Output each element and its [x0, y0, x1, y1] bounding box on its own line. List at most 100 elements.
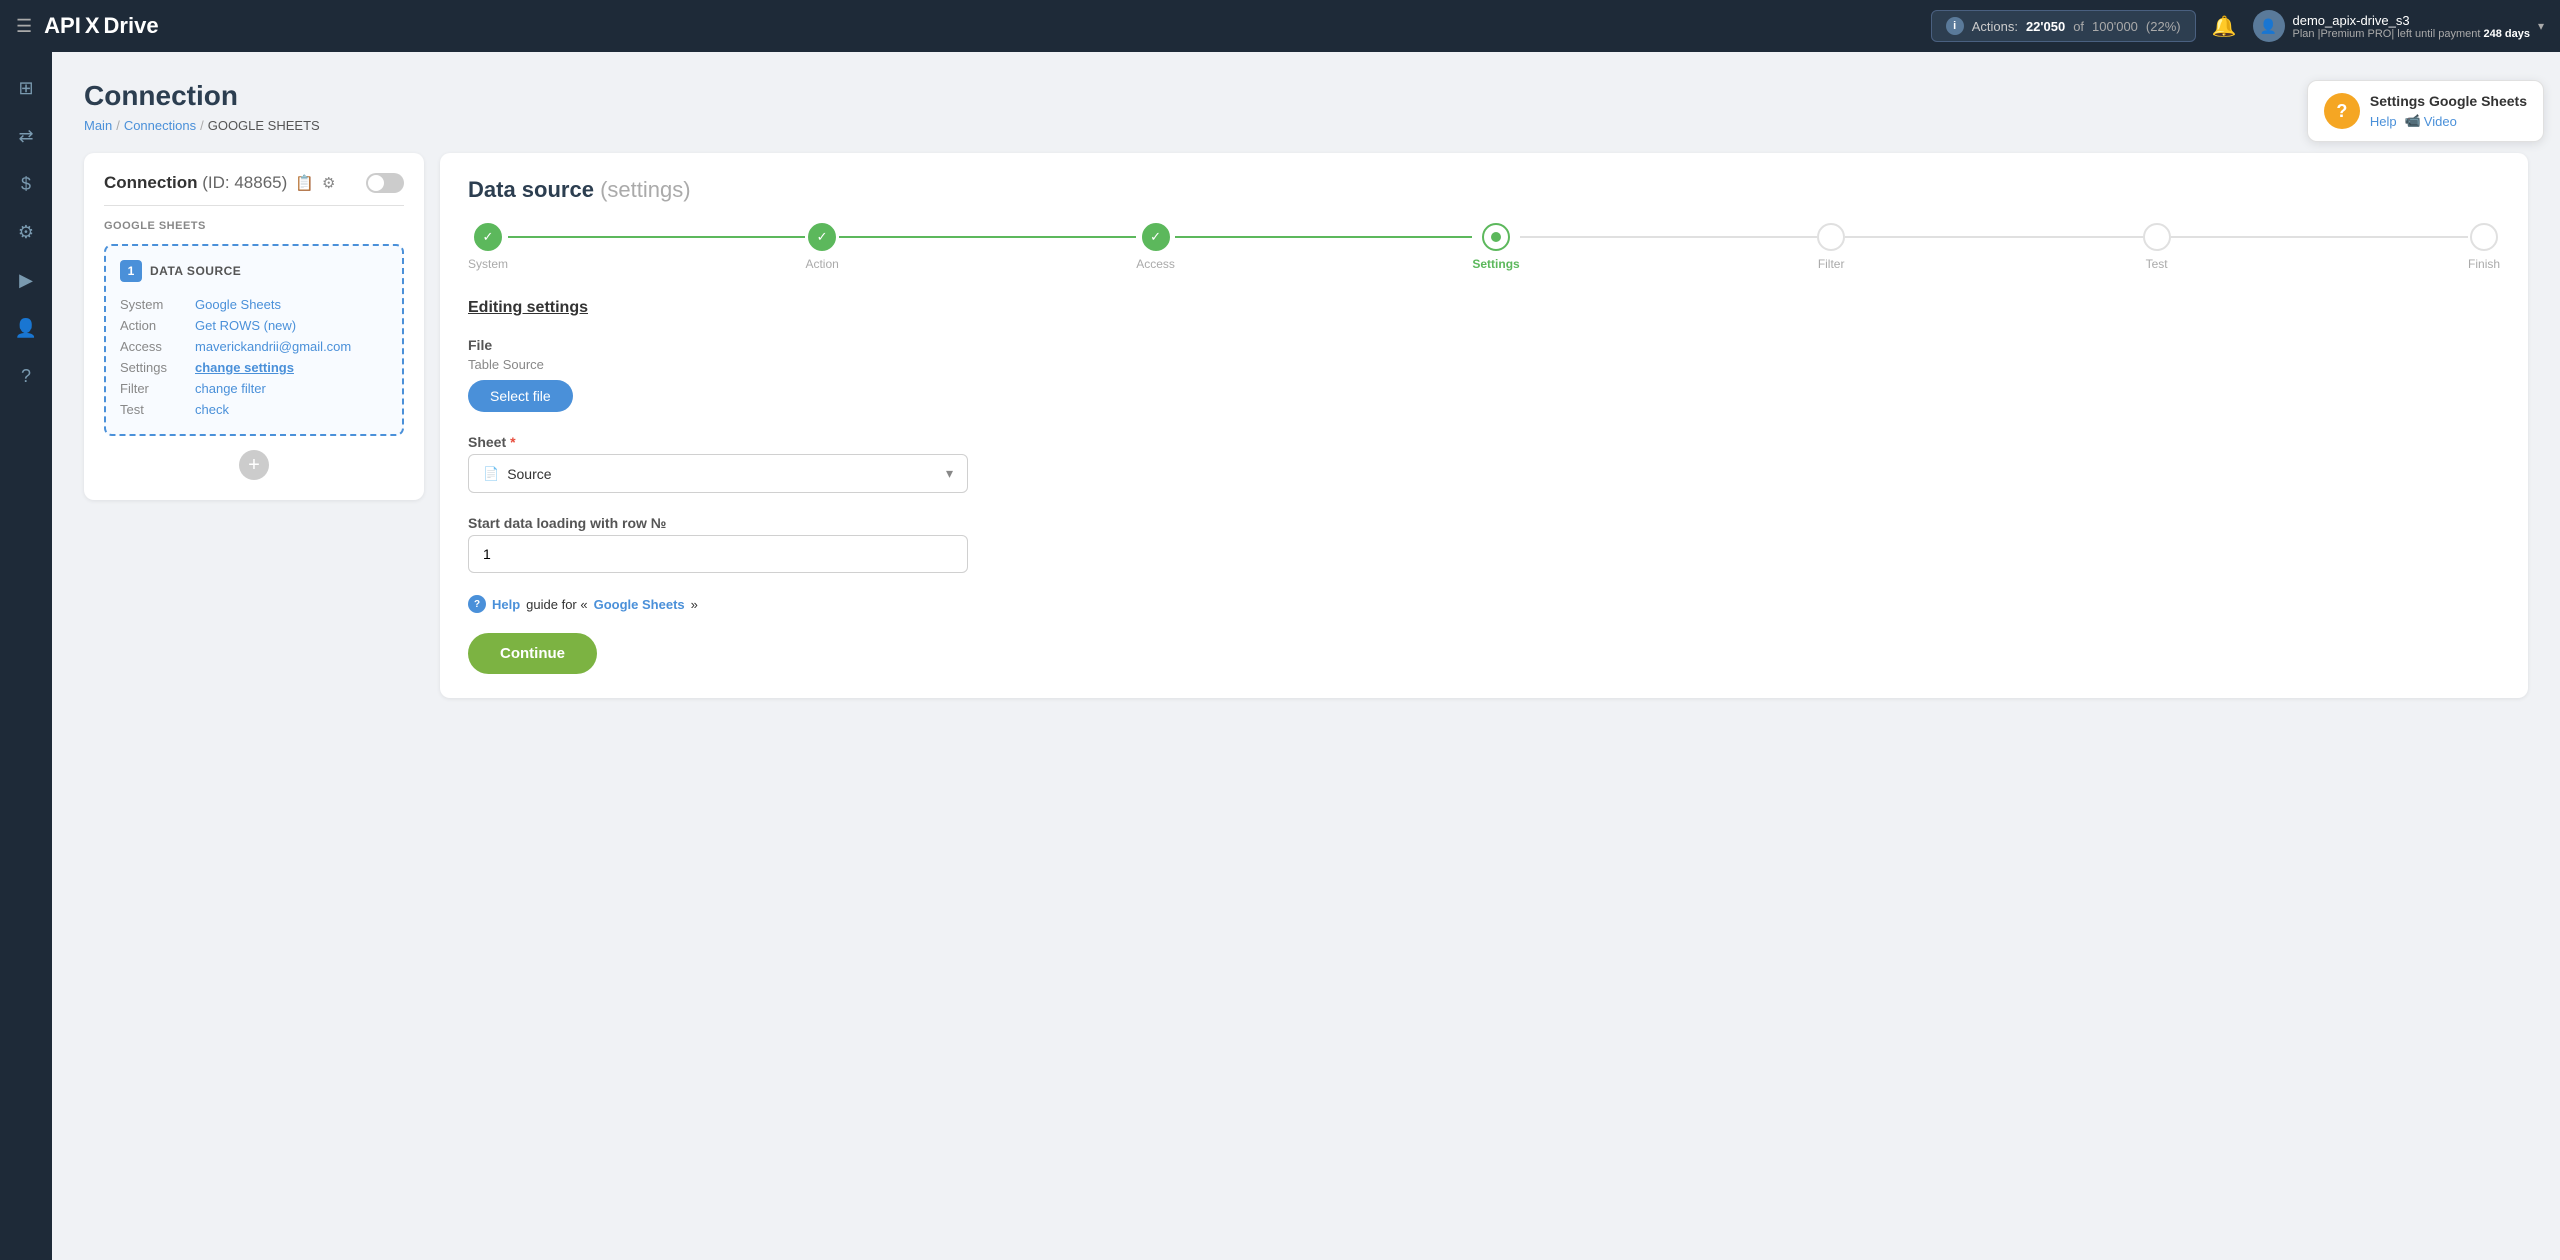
file-field-group: File Table Source Select file [468, 337, 2500, 412]
connector-6 [2171, 236, 2468, 238]
sidebar-item-billing[interactable]: $ [6, 164, 46, 204]
step-circle-filter [1817, 223, 1845, 251]
step-circle-finish [2470, 223, 2498, 251]
logo-drive: Drive [104, 13, 159, 39]
ds-row-label-test: Test [120, 399, 195, 420]
ds-value-filter: change filter [195, 378, 388, 399]
help-circle-icon: ? [468, 595, 486, 613]
navbar-center: i Actions: 22'050 of 100'000 (22%) 🔔 👤 d… [1931, 10, 2544, 42]
row-input[interactable] [468, 535, 968, 573]
breadcrumb-main[interactable]: Main [84, 118, 112, 133]
sidebar-item-profile[interactable]: 👤 [6, 308, 46, 348]
ds-number: 1 [120, 260, 142, 282]
table-row: Test check [120, 399, 388, 420]
content-layout: Connection (ID: 48865) 📋 ⚙ GOOGLE SHEETS… [84, 153, 2528, 698]
ds-value-settings[interactable]: change settings [195, 360, 294, 375]
table-row: Action Get ROWS (new) [120, 315, 388, 336]
toggle-switch[interactable] [366, 173, 404, 193]
help-content: Settings Google Sheets Help 📹 Video [2370, 93, 2527, 129]
select-file-button[interactable]: Select file [468, 380, 573, 412]
left-panel: Connection (ID: 48865) 📋 ⚙ GOOGLE SHEETS… [84, 153, 424, 500]
help-links: Help 📹 Video [2370, 113, 2527, 129]
sheet-dropdown-value: 📄 Source [483, 466, 552, 482]
step-label-action: Action [805, 257, 838, 271]
copy-icon[interactable]: 📋 [295, 174, 314, 192]
help-question-icon: ? [2324, 93, 2360, 129]
step-circle-test [2143, 223, 2171, 251]
help-link[interactable]: Help [2370, 114, 2397, 129]
help-link-row: ? Help guide for «Google Sheets» [468, 595, 2500, 613]
sheet-dropdown[interactable]: 📄 Source ▾ [468, 454, 968, 493]
logo: APIXDrive [44, 13, 158, 39]
breadcrumb-sep1: / [116, 118, 120, 133]
logo-x: X [85, 13, 100, 39]
connector-3 [1175, 236, 1472, 238]
gear-icon[interactable]: ⚙ [322, 174, 335, 192]
add-connection-button[interactable]: + [239, 450, 269, 480]
sidebar-item-dashboard[interactable]: ⊞ [6, 68, 46, 108]
table-row: Settings change settings [120, 357, 388, 378]
logo-api: API [44, 13, 81, 39]
table-row: Filter change filter [120, 378, 388, 399]
user-avatar: 👤 [2253, 10, 2285, 42]
connector-1 [508, 236, 805, 238]
help-tooltip: ? Settings Google Sheets Help 📹 Video [2307, 80, 2544, 142]
ds-value-action[interactable]: Get ROWS (new) [195, 318, 296, 333]
continue-button[interactable]: Continue [468, 633, 597, 674]
step-label-filter: Filter [1818, 257, 1845, 271]
ds-header: 1 DATA SOURCE [120, 260, 388, 282]
page-header: Connection Main / Connections / GOOGLE S… [84, 80, 2528, 133]
required-star: * [510, 434, 515, 450]
step-label-test: Test [2146, 257, 2168, 271]
step-circle-system: ✓ [474, 223, 502, 251]
video-icon: 📹 [2405, 113, 2421, 129]
sheet-field-group: Sheet * 📄 Source ▾ [468, 434, 2500, 493]
user-name: demo_apix-drive_s3 [2293, 13, 2530, 28]
connector-4 [1520, 236, 1817, 238]
add-btn-row: + [104, 450, 404, 480]
ds-value-test: check [195, 399, 388, 420]
step-settings: Settings [1472, 223, 1519, 271]
user-area[interactable]: 👤 demo_apix-drive_s3 Plan |Premium PRO| … [2253, 10, 2544, 42]
bell-icon[interactable]: 🔔 [2212, 14, 2237, 39]
video-link[interactable]: Video [2424, 114, 2457, 129]
breadcrumb: Main / Connections / GOOGLE SHEETS [84, 118, 2528, 133]
sidebar-item-connections[interactable]: ⇄ [6, 116, 46, 156]
ds-value-system[interactable]: Google Sheets [195, 297, 281, 312]
row-label: Start data loading with row № [468, 515, 2500, 531]
step-label-access: Access [1136, 257, 1175, 271]
menu-icon[interactable]: ☰ [16, 16, 32, 37]
sidebar-item-tutorials[interactable]: ▶ [6, 260, 46, 300]
video-link-wrapper[interactable]: 📹 Video [2405, 113, 2457, 129]
step-label-settings: Settings [1472, 257, 1519, 271]
help-guide-link[interactable]: Help [492, 597, 520, 612]
sidebar-item-settings[interactable]: ⚙ [6, 212, 46, 252]
ds-row-label-access: Access [120, 336, 195, 357]
breadcrumb-connections[interactable]: Connections [124, 118, 196, 133]
breadcrumb-current: GOOGLE SHEETS [208, 118, 320, 133]
sidebar: ⊞ ⇄ $ ⚙ ▶ 👤 ? [0, 52, 52, 1260]
actions-total: 100'000 [2092, 19, 2138, 34]
connection-id: (ID: 48865) [202, 173, 287, 192]
doc-icon: 📄 [483, 466, 499, 482]
connector-2 [839, 236, 1136, 238]
step-filter: Filter [1817, 223, 1845, 271]
sheet-value: Source [507, 466, 551, 482]
user-plan: Plan |Premium PRO| left until payment 24… [2293, 28, 2530, 40]
ds-value-access[interactable]: maverickandrii@gmail.com [195, 339, 351, 354]
ds-row-label-system: System [120, 294, 195, 315]
help-title: Settings Google Sheets [2370, 93, 2527, 109]
connection-header: Connection (ID: 48865) 📋 ⚙ [104, 173, 404, 206]
step-system: ✓ System [468, 223, 508, 271]
steps: ✓ System ✓ Action ✓ Access [468, 223, 2500, 271]
step-label-finish: Finish [2468, 257, 2500, 271]
step-action: ✓ Action [805, 223, 838, 271]
connection-title: Connection (ID: 48865) [104, 173, 287, 193]
service-label: GOOGLE SHEETS [104, 220, 404, 232]
row-field-group: Start data loading with row № [468, 515, 2500, 573]
sidebar-item-help[interactable]: ? [6, 356, 46, 396]
ds-row-label-action: Action [120, 315, 195, 336]
google-sheets-link[interactable]: Google Sheets [594, 597, 685, 612]
step-finish: Finish [2468, 223, 2500, 271]
user-info: demo_apix-drive_s3 Plan |Premium PRO| le… [2293, 13, 2530, 40]
